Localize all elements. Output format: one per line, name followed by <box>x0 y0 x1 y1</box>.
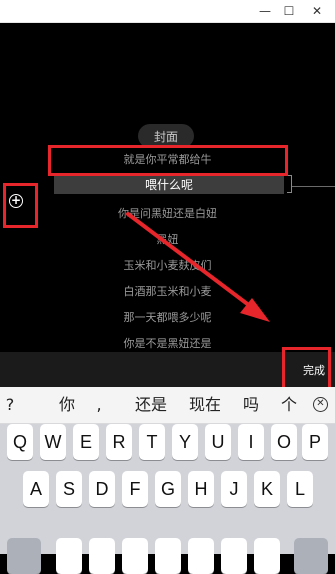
key-u[interactable]: U <box>205 424 231 460</box>
key-e[interactable]: E <box>73 424 99 460</box>
clear-candidates-icon[interactable]: ✕ <box>313 397 328 412</box>
key-r[interactable]: R <box>106 424 132 460</box>
candidate-item[interactable]: 你 <box>54 387 80 423</box>
key-row3[interactable] <box>254 538 280 574</box>
key-d[interactable]: D <box>89 471 115 507</box>
key-row3[interactable] <box>122 538 148 574</box>
candidate-item[interactable]: 个 <box>276 387 302 423</box>
key-row3[interactable] <box>56 538 82 574</box>
candidate-item[interactable]: 吗 <box>238 387 264 423</box>
key-q[interactable]: Q <box>7 424 33 460</box>
key-a[interactable]: A <box>23 471 49 507</box>
key-row3[interactable] <box>89 538 115 574</box>
candidate-item[interactable]: ? <box>0 387 20 423</box>
ime-candidate-bar: ? 你 , 还是 现在 吗 个 ✕ <box>0 387 335 424</box>
candidate-item[interactable]: , <box>89 387 109 423</box>
shift-key[interactable] <box>7 538 41 574</box>
key-h[interactable]: H <box>188 471 214 507</box>
soft-keyboard: Q W E R T Y U I O P A S D F G H J K L <box>0 424 335 574</box>
done-button[interactable]: 完成 <box>296 355 332 385</box>
key-row3[interactable] <box>155 538 181 574</box>
key-row3[interactable] <box>188 538 214 574</box>
candidate-item[interactable]: 现在 <box>184 387 226 423</box>
key-w[interactable]: W <box>40 424 66 460</box>
key-l[interactable]: L <box>287 471 313 507</box>
key-y[interactable]: Y <box>172 424 198 460</box>
key-k[interactable]: K <box>254 471 280 507</box>
backspace-key[interactable] <box>294 538 328 574</box>
candidate-item[interactable]: 还是 <box>130 387 172 423</box>
editor-bottom-bar <box>0 352 335 387</box>
key-p[interactable]: P <box>302 424 328 460</box>
key-j[interactable]: J <box>221 471 247 507</box>
key-f[interactable]: F <box>122 471 148 507</box>
key-t[interactable]: T <box>139 424 165 460</box>
key-i[interactable]: I <box>238 424 264 460</box>
key-o[interactable]: O <box>271 424 297 460</box>
key-row3[interactable] <box>221 538 247 574</box>
key-g[interactable]: G <box>155 471 181 507</box>
key-s[interactable]: S <box>56 471 82 507</box>
